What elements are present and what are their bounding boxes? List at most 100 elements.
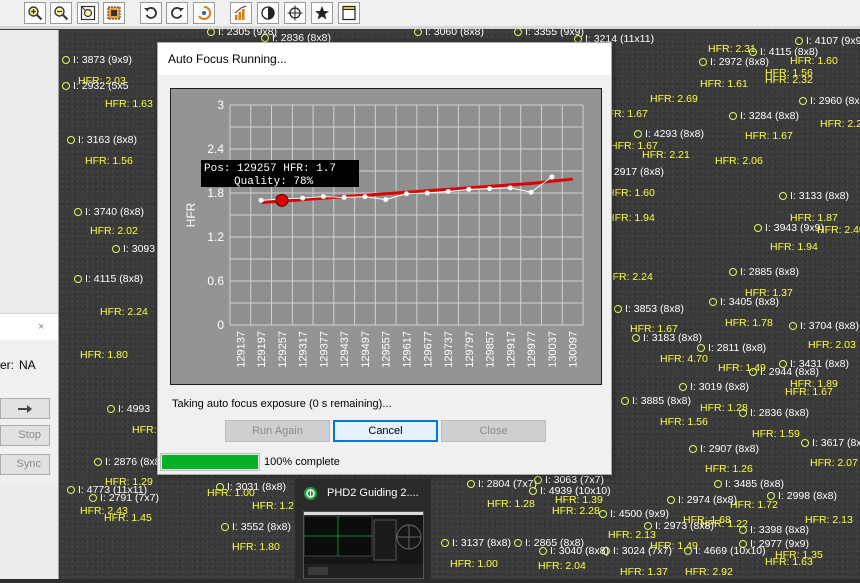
zoom-select-icon[interactable]: [103, 2, 125, 24]
flip-icon[interactable]: [193, 2, 215, 24]
hfr-label: HFR: 1.45: [104, 512, 152, 524]
hfr-label: HFR: 1.63: [765, 556, 813, 568]
star-intensity-label: I: 3183 (8x8): [643, 332, 702, 344]
star-intensity-label: I: 2811 (8x8): [708, 342, 767, 354]
x-tick-label: 129857: [485, 331, 497, 368]
star-intensity-label: I: 3405 (8x8): [720, 296, 779, 308]
stop-button[interactable]: Stop: [0, 425, 50, 446]
arrow-right-icon: [18, 405, 32, 413]
taskbar-preview[interactable]: PHD2 Guiding 2....: [295, 479, 431, 579]
tooltip-line-1: Pos: 129257 HFR: 1.7: [204, 163, 336, 175]
star-intensity-label: I: 3024 (7x7): [613, 545, 672, 557]
hfr-label: HFR: 1.80: [80, 349, 128, 361]
hfr-label: HFR: 2.25: [820, 118, 860, 130]
stop-label: Stop: [18, 429, 41, 441]
star-intensity-label: I: 4293 (8x8): [645, 128, 704, 140]
preview-title: PHD2 Guiding 2....: [327, 487, 419, 499]
star-marker-icon: [599, 510, 607, 518]
star-intensity-label: I: 3031 (8x8): [227, 481, 286, 493]
left-dialog-titlebar: ×: [0, 314, 58, 340]
star-marker-icon: [514, 539, 522, 547]
star-marker-icon: [689, 445, 697, 453]
star-marker-icon: [414, 29, 422, 36]
zoom-out-icon[interactable]: [50, 2, 72, 24]
data-point: [404, 191, 409, 197]
star-icon[interactable]: [311, 2, 333, 24]
zoom-in-icon[interactable]: [24, 2, 46, 24]
zoom-fit-icon[interactable]: [77, 2, 99, 24]
crosshair-icon[interactable]: [284, 2, 306, 24]
x-tick-label: 129677: [422, 331, 434, 368]
hfr-label: HFR: 2.13: [608, 529, 656, 541]
hfr-label: HFR: 1.26: [705, 463, 753, 475]
star-marker-icon: [739, 526, 747, 534]
star-intensity-label: I: 3885 (8x8): [632, 395, 691, 407]
star-marker-icon: [534, 476, 542, 484]
x-tick-label: 129497: [360, 331, 372, 368]
star-marker-icon: [67, 136, 75, 144]
focus-chart: 0 0.6 1.2 1.8 2.4 3 HFR 129137 129197 129257 12931…: [170, 88, 602, 385]
progress-bar: [160, 453, 260, 471]
star-intensity-label: I: 2944 (8x8): [760, 366, 819, 378]
progress-text: 100% complete: [264, 456, 340, 468]
hfr-label: HFR: 1.2: [252, 500, 295, 512]
star-intensity-label: I: 3163 (8x8): [78, 134, 137, 146]
data-point: [466, 186, 472, 192]
star-marker-icon: [634, 130, 642, 138]
x-tick-label: 129797: [464, 331, 476, 368]
star-marker-icon: [74, 208, 82, 216]
hfr-label: HFR: 1.60: [790, 55, 838, 67]
star-intensity-label: I: 3485 (8x8): [725, 478, 784, 490]
rotate-left-icon[interactable]: [140, 2, 162, 24]
hfr-label: HFR: 1.00: [450, 558, 498, 570]
star-intensity-label: I: 3060 (8x8): [425, 29, 484, 38]
data-point: [258, 197, 264, 203]
contrast-icon[interactable]: [257, 2, 279, 24]
y-axis-label: HFR: [184, 202, 198, 227]
preview-thumbnail: [303, 511, 424, 579]
star-marker-icon: [801, 439, 809, 447]
hfr-label: HFR: 2.04: [538, 560, 586, 572]
x-tick-label: 129137: [235, 331, 247, 368]
histogram-icon[interactable]: [230, 2, 252, 24]
star-marker-icon: [679, 383, 687, 391]
hfr-label: HFR: 2.24: [605, 271, 653, 283]
image-toolbar: [0, 0, 860, 29]
sync-button[interactable]: Sync: [0, 454, 50, 475]
cancel-button[interactable]: Cancel: [333, 420, 438, 442]
star-intensity-label: I: 3284 (8x8): [740, 110, 799, 122]
arrow-right-button[interactable]: [0, 398, 50, 419]
close-icon[interactable]: ×: [38, 321, 44, 333]
dialog-titlebar: Auto Focus Running...: [158, 43, 611, 75]
star-intensity-label: I: 3019 (8x8): [690, 381, 749, 393]
star-intensity-label: I: 3040 (8x8): [550, 545, 609, 557]
data-point: [320, 194, 326, 200]
data-point: [300, 195, 306, 201]
close-button[interactable]: Close: [441, 420, 546, 442]
x-tick-label: 129977: [526, 331, 538, 368]
x-tick-label: 130037: [547, 331, 559, 368]
star-marker-icon: [207, 29, 215, 36]
star-intensity-label: I: 2804 (7x7): [478, 478, 537, 490]
window-icon[interactable]: [338, 2, 360, 24]
data-point: [507, 185, 513, 191]
star-marker-icon: [729, 112, 737, 120]
data-point: [445, 189, 451, 195]
star-intensity-label: I: 2836 (8x8): [750, 407, 809, 419]
star-intensity-label: I: 2876 (8x8): [105, 456, 164, 468]
star-intensity-label: I: 3740 (8x8): [85, 206, 144, 218]
star-intensity-label: I: 2907 (8x8): [700, 443, 759, 455]
left-dialog: × er: NA Stop Sync: [0, 313, 58, 484]
y-tick-label: 0: [217, 318, 224, 332]
x-tick-label: 130097: [568, 331, 580, 368]
run-again-button[interactable]: Run Again: [225, 420, 330, 442]
star-intensity-label: I: 4669 (10x10): [695, 545, 766, 557]
star-intensity-label: I: 4993: [118, 403, 151, 415]
star-marker-icon: [779, 192, 787, 200]
rotate-right-icon[interactable]: [166, 2, 188, 24]
star-marker-icon: [221, 523, 229, 531]
hfr-label: HFR: 1.49: [718, 362, 766, 374]
status-text: Taking auto focus exposure (0 s remainin…: [172, 398, 392, 410]
data-point: [487, 186, 493, 192]
star-intensity-label: I: 2917 (8x8): [605, 166, 664, 178]
